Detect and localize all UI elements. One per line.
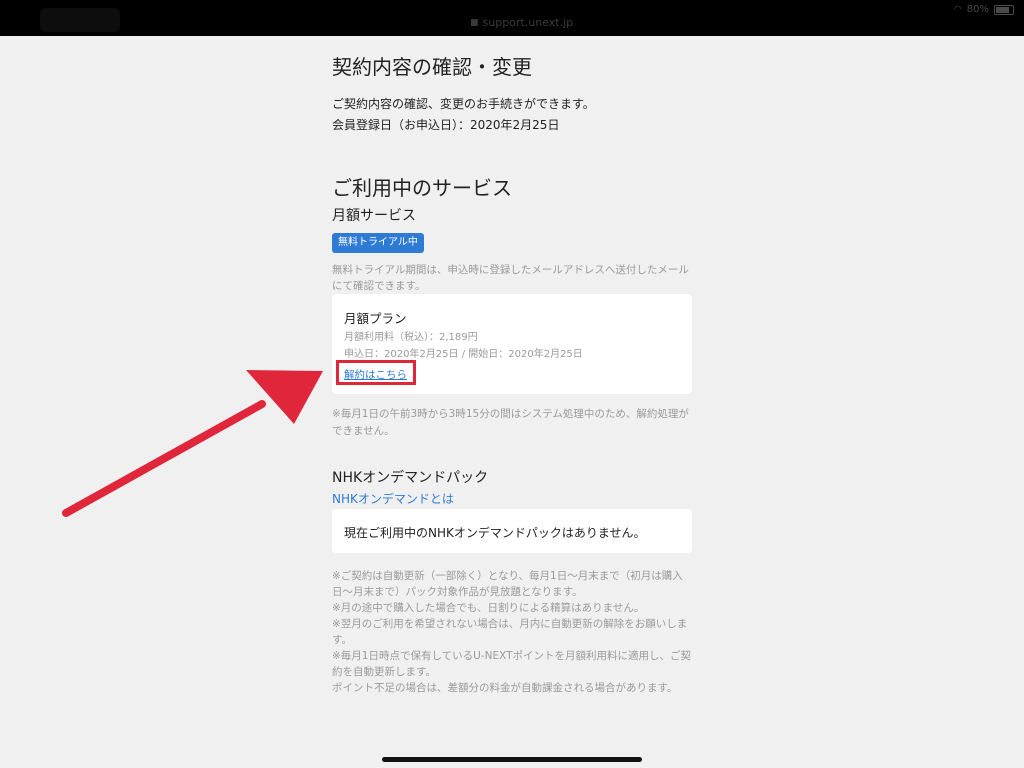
maintenance-note: ※毎月1日の午前3時から3時15分の間はシステム処理中のため、解約処理ができませ… <box>332 408 689 437</box>
intro-text: ご契約内容の確認、変更のお手続きができます。 会員登録日（お申込日）：2020年… <box>332 94 595 136</box>
battery-percent: 80% <box>966 4 989 15</box>
note-item: ポイント不足の場合は、差額分の料金が自動課金される場合があります。 <box>332 682 678 694</box>
status-indicators: ◠ 80% <box>954 4 1014 15</box>
nhk-pack-status: 現在ご利用中のNHKオンデマンドパックはありません。 <box>344 526 646 540</box>
battery-icon <box>994 4 1014 15</box>
address-bar[interactable]: ■ support.unext.jp <box>470 16 573 29</box>
plan-name: 月額プラン <box>344 311 407 326</box>
nhk-pack-heading: NHKオンデマンドパック <box>332 470 489 486</box>
note-item: ※ご契約は自動更新（一部除く）となり、毎月1日〜月末まで（初月は購入日〜月末まで… <box>332 570 683 598</box>
registration-date: 会員登録日（お申込日）：2020年2月25日 <box>332 118 560 132</box>
lock-icon: ■ <box>470 17 479 28</box>
arrow-head <box>246 370 323 424</box>
plan-fee: 月額利用料（税込）：2,189円 <box>344 332 478 343</box>
note-item: ※翌月のご利用を希望されない場合は、月内に自動更新の解除をお願いします。 <box>332 618 688 646</box>
note-item: ※月の途中で購入した場合でも、日割りによる精算はありません。 <box>332 602 645 614</box>
nhk-pack-card: 現在ご利用中のNHKオンデマンドパックはありません。 <box>332 509 692 553</box>
trial-note: 無料トライアル期間は、申込時に登録したメールアドレスへ送付したメールにて確認でき… <box>332 264 689 292</box>
plan-dates: 申込日：2020年2月25日 / 開始日：2020年2月25日 <box>344 349 583 360</box>
monthly-service-heading: 月額サービス <box>332 208 416 224</box>
status-bar-left <box>40 8 120 32</box>
trial-status-badge: 無料トライアル中 <box>332 233 424 253</box>
services-heading: ご利用中のサービス <box>332 176 512 200</box>
nhk-notes: ※ご契約は自動更新（一部除く）となり、毎月1日〜月末まで（初月は購入日〜月末まで… <box>332 568 692 696</box>
url-text: support.unext.jp <box>482 16 574 29</box>
annotation-highlight-box <box>336 360 416 385</box>
plan-card: 月額プラン 月額利用料（税込）：2,189円 申込日：2020年2月25日 / … <box>332 294 692 394</box>
wifi-icon: ◠ <box>953 4 962 15</box>
nhk-about-link[interactable]: NHKオンデマンドとは <box>332 490 454 507</box>
arrow-shaft <box>62 400 266 517</box>
note-item: ※毎月1日時点で保有しているU-NEXTポイントを月額利用料に適用し、ご契約を自… <box>332 650 692 678</box>
intro-line-1: ご契約内容の確認、変更のお手続きができます。 <box>332 97 595 111</box>
page-title: 契約内容の確認・変更 <box>332 55 532 79</box>
home-indicator[interactable] <box>382 757 642 762</box>
status-bar: ■ support.unext.jp ◠ 80% <box>0 0 1024 36</box>
